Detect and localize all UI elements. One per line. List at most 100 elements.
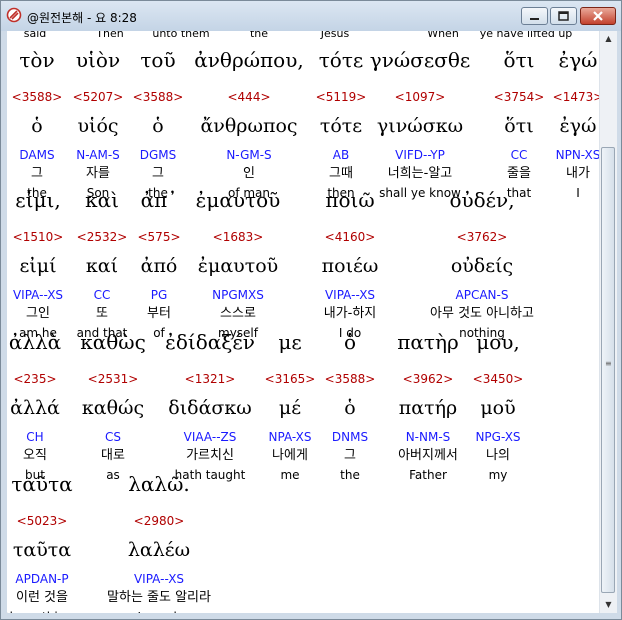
clipped-header-text: ye have lifted up [479,31,573,40]
lemma-form: ἀλλά [10,397,60,419]
korean-gloss: 아버지께서 [398,448,458,463]
parsing-code: NPA-XS [268,430,312,444]
close-icon [593,11,603,21]
lemma-form: ἐγώ [559,115,597,137]
english-gloss: Father [409,468,447,482]
greek-word: ὅτι [503,48,535,72]
scrollbar-thumb[interactable]: ≡ [601,147,615,593]
maximize-button[interactable] [550,7,577,25]
strong-number: <2980> [133,514,185,528]
korean-gloss: 그인 [26,306,50,321]
clipped-header-text: unto them [152,31,210,40]
window-title: @원전본해 - 요 8:28 [27,11,137,25]
strong-number: <1510> [12,230,64,244]
strong-number: <5119> [315,90,367,104]
strong-number: <3762> [456,230,508,244]
strong-number: <1683> [212,230,264,244]
lemma-form: ἐμαυτοῦ [197,255,279,277]
lemma-form: λαλέω [127,539,191,561]
parsing-code: VIPA--XS [12,288,64,302]
parsing-code: N-NM-S [405,430,451,444]
korean-gloss: 나의 [486,448,510,463]
app-logo-icon [6,7,22,23]
korean-gloss: 자를 [86,166,110,181]
english-gloss: me [280,468,300,482]
lemma-form: τότε [319,115,363,137]
parsing-code: VIPA--XS [324,288,376,302]
korean-gloss: 그 [152,166,164,181]
clipped-header-text: When [427,31,459,40]
parsing-code: APDAN-P [15,572,69,586]
parsing-code: PG [150,288,168,302]
strong-number: <2532> [76,230,128,244]
parsing-code: NPGMXS [212,288,264,302]
window-bottom-border [1,613,621,619]
lemma-form: εἰμί [19,255,57,277]
strong-number: <3962> [402,372,454,386]
parsing-code: APCAN-S [455,288,509,302]
greek-word: ἐμαυτοῦ [195,188,281,212]
lemma-form: ὅτι [504,115,534,137]
parsing-code: VIAA--ZS [183,430,237,444]
lemma-form: μοῦ [480,397,516,419]
minimize-button[interactable] [521,7,548,25]
strong-number: <235> [13,372,57,386]
korean-gloss: 오직 [23,448,47,463]
strong-number: <3754> [493,90,545,104]
parsing-code: N-AM-S [76,148,120,162]
lemma-form: οὐδείς [450,255,514,277]
korean-gloss: 내가 [566,166,590,181]
english-gloss: I [576,186,580,200]
korean-gloss: 그 [31,166,43,181]
greek-word: ταῦτα [11,472,73,496]
lemma-form: μέ [278,397,302,419]
lemma-form: ἀπό [140,255,178,277]
greek-word: ἀνθρώπου, [194,48,304,72]
lemma-form: ἄνθρωπος [200,115,298,137]
korean-gloss: 나에게 [272,448,308,463]
korean-gloss: 줄을 [507,166,531,181]
strong-number: <1097> [394,90,446,104]
greek-word: ὁ [343,330,357,354]
maximize-icon [558,11,569,21]
title-bar[interactable]: @원전본해 - 요 8:28 [1,1,621,31]
greek-word: λαλῶ. [128,472,190,496]
greek-word: ποιῶ [325,188,375,212]
korean-gloss: 또 [96,306,108,321]
korean-gloss: 말하는 줄도 알리라 [107,590,211,605]
verse-content-pane[interactable]: said Then unto them the Jesus When ye have lif… [7,31,599,613]
parsing-code: VIFD--YP [395,148,445,162]
korean-gloss: 내가-하지 [323,306,377,321]
parsing-code: NPG-XS [475,430,521,444]
strong-number: <1321> [184,372,236,386]
lemma-form: καί [85,255,119,277]
lemma-form: ὁ [152,115,164,137]
parsing-code: N-GM-S [226,148,272,162]
close-button[interactable] [580,7,616,25]
parsing-code: NPN-XS [555,148,599,162]
parsing-code: CH [26,430,44,444]
parsing-code: CC [93,288,111,302]
lemma-form: ὁ [344,397,356,419]
korean-gloss: 스스로 [220,306,256,321]
korean-gloss: 너희는-알고 [387,166,453,181]
strong-number: <3588> [324,372,376,386]
lemma-form: διδάσκω [168,397,252,419]
strong-number: <2531> [87,372,139,386]
scroll-up-icon[interactable]: ▲ [600,31,617,47]
minimize-icon [530,18,539,20]
parsing-code: AB [332,148,350,162]
parsing-code: DAMS [19,148,55,162]
greek-word: γνώσεσθε [369,48,471,72]
scroll-down-icon[interactable]: ▼ [600,597,617,613]
greek-word: μου, [476,330,520,354]
lemma-form: γινώσκω [376,115,464,137]
vertical-scrollbar[interactable]: ▲ ≡ ▼ [599,31,617,613]
strong-number: <1473> [552,90,599,104]
lemma-form: ποιέω [321,255,379,277]
greek-word: τοῦ [140,48,176,72]
grip-icon: ≡ [605,359,612,368]
english-gloss: my [488,468,508,482]
strong-number: <5023> [16,514,68,528]
strong-number: <3165> [264,372,316,386]
